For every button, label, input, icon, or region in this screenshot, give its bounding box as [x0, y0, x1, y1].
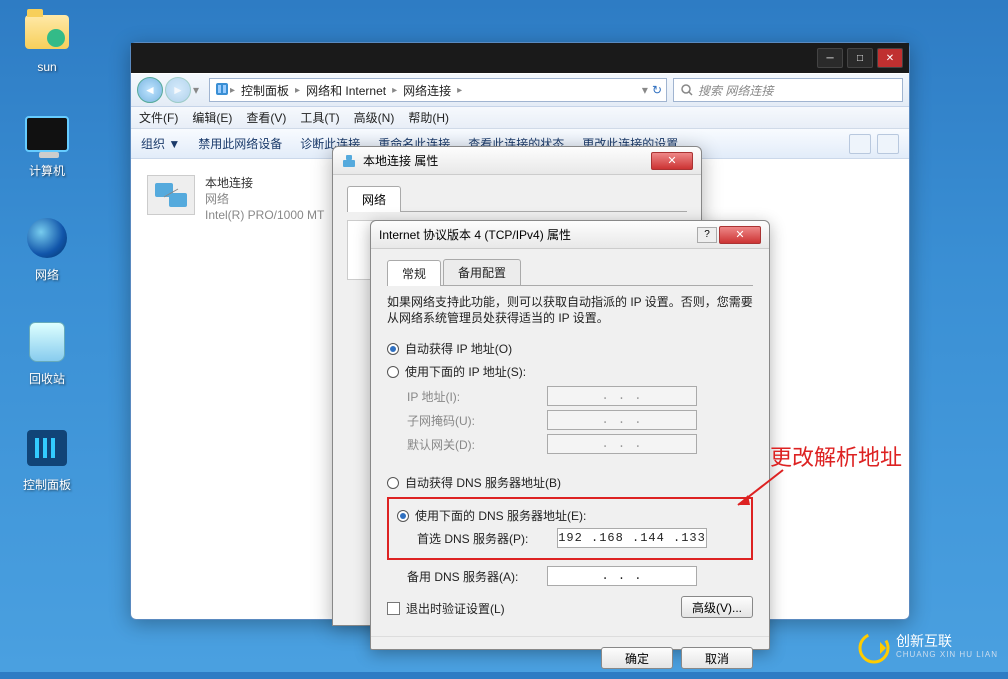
- connection-adapter: Intel(R) PRO/1000 MT: [205, 207, 324, 223]
- desktop-icon-label: 网络: [12, 266, 82, 283]
- search-input[interactable]: 搜索 网络连接: [673, 78, 903, 102]
- maximize-button[interactable]: □: [847, 48, 873, 68]
- radio-auto-ip[interactable]: 自动获得 IP 地址(O): [387, 340, 753, 357]
- desktop-icon-label: 计算机: [12, 162, 82, 179]
- nav-forward-button[interactable]: ►: [165, 77, 191, 103]
- radio-manual-ip[interactable]: 使用下面的 IP 地址(S):: [387, 363, 753, 380]
- network-adapter-icon: [147, 175, 195, 215]
- ipv4-close-button[interactable]: ✕: [719, 226, 761, 244]
- tab-alternate[interactable]: 备用配置: [443, 259, 521, 285]
- radio-icon: [387, 366, 399, 378]
- checkbox-icon: [387, 602, 400, 615]
- ipv4-properties-dialog: Internet 协议版本 4 (TCP/IPv4) 属性 ? ✕ 常规 备用配…: [370, 220, 770, 650]
- explorer-navbar: ◄ ► ▾ ▸ 控制面板 ▸ 网络和 Internet ▸ 网络连接 ▸ ▾ ↻…: [131, 73, 909, 107]
- radio-auto-dns[interactable]: 自动获得 DNS 服务器地址(B): [387, 474, 753, 491]
- menu-file[interactable]: 文件(F): [139, 109, 178, 126]
- control-panel-icon: [214, 81, 230, 100]
- ipv4-title: Internet 协议版本 4 (TCP/IPv4) 属性: [379, 226, 571, 243]
- close-button[interactable]: ✕: [877, 48, 903, 68]
- menu-view[interactable]: 查看(V): [246, 109, 286, 126]
- gateway-input: . . .: [547, 434, 697, 454]
- desktop-icon-label: 控制面板: [12, 476, 82, 493]
- desktop-icon-network[interactable]: 网络: [12, 214, 82, 283]
- nav-back-button[interactable]: ◄: [137, 77, 163, 103]
- brand-logo: 创新互联 CHUANG XIN HU LIAN: [858, 632, 998, 664]
- radio-icon: [397, 510, 409, 522]
- ipv4-titlebar[interactable]: Internet 协议版本 4 (TCP/IPv4) 属性 ? ✕: [371, 221, 769, 249]
- advanced-button[interactable]: 高级(V)...: [681, 596, 753, 618]
- connection-network: 网络: [205, 191, 324, 207]
- cancel-button[interactable]: 取消: [681, 647, 753, 669]
- annotation-text: 更改解析地址: [770, 440, 902, 472]
- menubar: 文件(F) 编辑(E) 查看(V) 工具(T) 高级(N) 帮助(H): [131, 107, 909, 129]
- ok-button[interactable]: 确定: [601, 647, 673, 669]
- breadcrumb-seg[interactable]: 网络和 Internet: [300, 82, 392, 99]
- menu-tools[interactable]: 工具(T): [300, 109, 339, 126]
- network-icon: [341, 153, 357, 169]
- preferred-dns-label: 首选 DNS 服务器(P):: [417, 530, 557, 547]
- breadcrumb-sep: ▸: [457, 85, 462, 96]
- toolbar-organize[interactable]: 组织 ▼: [141, 135, 180, 152]
- subnet-label: 子网掩码(U):: [407, 412, 547, 429]
- help-button[interactable]: [877, 134, 899, 154]
- properties-title: 本地连接 属性: [363, 152, 438, 169]
- desktop-icon-recycle-bin[interactable]: 回收站: [12, 318, 82, 387]
- ip-address-input: . . .: [547, 386, 697, 406]
- ip-address-label: IP 地址(I):: [407, 388, 547, 405]
- properties-titlebar[interactable]: 本地连接 属性 ✕: [333, 147, 701, 175]
- address-bar[interactable]: ▸ 控制面板 ▸ 网络和 Internet ▸ 网络连接 ▸ ▾ ↻: [209, 78, 667, 102]
- desktop-icon-computer[interactable]: 计算机: [12, 110, 82, 179]
- explorer-titlebar[interactable]: ─ □ ✕: [131, 43, 909, 73]
- radio-icon: [387, 477, 399, 489]
- minimize-button[interactable]: ─: [817, 48, 843, 68]
- desktop-icon-label: sun: [12, 60, 82, 74]
- toolbar-disable[interactable]: 禁用此网络设备: [198, 135, 282, 152]
- logo-subtitle: CHUANG XIN HU LIAN: [896, 648, 998, 662]
- properties-close-button[interactable]: ✕: [651, 152, 693, 170]
- gateway-label: 默认网关(D):: [407, 436, 547, 453]
- logo-icon: [858, 632, 890, 664]
- alternate-dns-input[interactable]: . . .: [547, 566, 697, 586]
- tab-general[interactable]: 常规: [387, 260, 441, 286]
- connection-item[interactable]: 本地连接 网络 Intel(R) PRO/1000 MT: [141, 169, 330, 229]
- breadcrumb-seg[interactable]: 网络连接: [397, 82, 457, 99]
- breadcrumb-seg[interactable]: 控制面板: [235, 82, 295, 99]
- ipv4-description: 如果网络支持此功能，则可以获取自动指派的 IP 设置。否则，您需要从网络系统管理…: [387, 294, 753, 326]
- validate-checkbox-row[interactable]: 退出时验证设置(L) 高级(V)...: [387, 598, 753, 618]
- view-mode-button[interactable]: [849, 134, 871, 154]
- desktop-icon-control-panel[interactable]: 控制面板: [12, 424, 82, 493]
- menu-edit[interactable]: 编辑(E): [192, 109, 232, 126]
- alternate-dns-label: 备用 DNS 服务器(A):: [407, 568, 547, 585]
- desktop-icon-label: 回收站: [12, 370, 82, 387]
- radio-icon: [387, 343, 399, 355]
- dns-highlight-box: 使用下面的 DNS 服务器地址(E): 首选 DNS 服务器(P):192 .1…: [387, 497, 753, 560]
- refresh-icon[interactable]: ↻: [652, 83, 662, 97]
- dialog-button-row: 确定 取消: [371, 636, 769, 679]
- tab-network[interactable]: 网络: [347, 186, 401, 212]
- logo-name: 创新互联: [896, 633, 952, 649]
- menu-advanced[interactable]: 高级(N): [354, 109, 395, 126]
- connection-name: 本地连接: [205, 175, 324, 191]
- subnet-input: . . .: [547, 410, 697, 430]
- radio-manual-dns[interactable]: 使用下面的 DNS 服务器地址(E):: [397, 507, 743, 524]
- help-icon[interactable]: ?: [697, 227, 717, 243]
- nav-dropdown-icon[interactable]: ▾: [193, 83, 203, 97]
- address-dropdown-icon[interactable]: ▾: [642, 83, 648, 97]
- menu-help[interactable]: 帮助(H): [408, 109, 449, 126]
- desktop-icon-sun[interactable]: sun: [12, 8, 82, 74]
- preferred-dns-input[interactable]: 192 .168 .144 .133: [557, 528, 707, 548]
